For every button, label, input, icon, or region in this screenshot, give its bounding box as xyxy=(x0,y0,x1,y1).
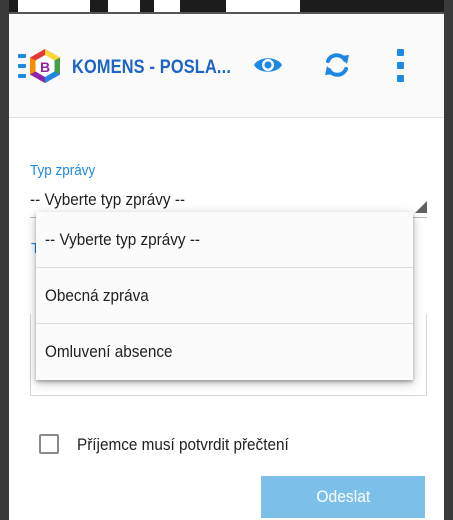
dropdown-option-label: Omluvení absence xyxy=(45,342,173,361)
dropdown-option[interactable]: Obecná zpráva xyxy=(36,268,413,324)
dropdown-option-label: Obecná zpráva xyxy=(45,286,149,305)
dropdown-option[interactable]: Omluvení absence xyxy=(36,324,413,380)
dropdown-option-label: -- Vyberte typ zprávy -- xyxy=(45,230,201,249)
dropdown-option[interactable]: -- Vyberte typ zprávy -- xyxy=(36,212,413,268)
message-type-dropdown-popup: -- Vyberte typ zprávy -- Obecná zpráva O… xyxy=(36,212,413,380)
